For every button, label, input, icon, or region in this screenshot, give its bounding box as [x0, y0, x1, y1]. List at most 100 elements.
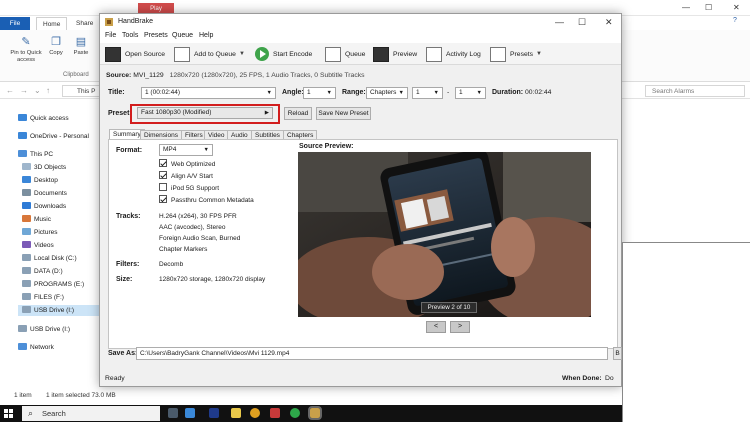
- music-icon: [22, 215, 31, 222]
- menu-tools[interactable]: Tools: [122, 32, 138, 39]
- nav-quick-access[interactable]: Quick access: [18, 113, 69, 124]
- paste-label: Paste: [73, 50, 89, 56]
- minimize-icon[interactable]: —: [555, 17, 564, 27]
- nav-label: This PC: [30, 151, 54, 158]
- nav-local-disk-c[interactable]: Local Disk (C:): [22, 253, 77, 264]
- windows-start-icon[interactable]: [4, 409, 13, 418]
- nav-label: DATA (D:): [34, 268, 63, 275]
- open-source-button[interactable]: Open Source: [105, 46, 165, 62]
- nav-videos[interactable]: Videos: [22, 240, 54, 251]
- photoshop-icon[interactable]: [209, 408, 219, 418]
- window-title: HandBrake: [118, 18, 154, 25]
- activity-log-button[interactable]: Activity Log: [426, 46, 481, 62]
- add-to-queue-button[interactable]: Add to Queue ▼: [174, 46, 245, 62]
- range-separator: -: [447, 89, 450, 96]
- track-subtitle: Foreign Audio Scan, Burned: [159, 235, 241, 242]
- drive-icon: [22, 293, 31, 300]
- recent-icon[interactable]: ⌄: [34, 86, 41, 95]
- help-icon[interactable]: ?: [733, 17, 737, 24]
- task-view-icon[interactable]: [168, 408, 178, 418]
- monitor-icon: [373, 46, 389, 62]
- app-icon[interactable]: [185, 408, 195, 418]
- taskbar-search-box[interactable]: ⌕ Search: [22, 406, 160, 421]
- nav-documents[interactable]: Documents: [22, 188, 67, 199]
- range-select[interactable]: Chapters ▼: [366, 87, 408, 99]
- format-select[interactable]: MP4 ▼: [159, 144, 213, 156]
- nav-network[interactable]: Network: [18, 342, 54, 353]
- close-icon[interactable]: ✕: [605, 17, 613, 28]
- up-icon[interactable]: ↑: [46, 86, 50, 95]
- passthru-metadata-checkbox[interactable]: Passthru Common Metadata: [159, 195, 254, 204]
- presets-icon: [490, 46, 506, 62]
- chrome-icon[interactable]: [250, 408, 260, 418]
- copy-button[interactable]: ❐ Copy: [46, 36, 66, 57]
- minimize-icon[interactable]: —: [682, 3, 690, 12]
- drive-icon: [22, 267, 31, 274]
- search-input[interactable]: Search Alarms: [645, 85, 745, 97]
- menu-help[interactable]: Help: [199, 32, 213, 39]
- preview-next-button[interactable]: >: [450, 321, 470, 333]
- save-as-input[interactable]: C:\Users\BadryGank Channel\Videos\Mvi 11…: [136, 347, 608, 360]
- maximize-icon[interactable]: ☐: [578, 17, 586, 28]
- tab-file[interactable]: File: [0, 17, 30, 30]
- forward-icon[interactable]: →: [20, 86, 28, 95]
- nav-this-pc[interactable]: This PC: [18, 149, 53, 160]
- menu-presets[interactable]: Presets: [144, 32, 168, 39]
- preview-button[interactable]: Preview: [373, 46, 417, 62]
- handbrake-taskbar-icon[interactable]: [308, 406, 322, 420]
- back-icon[interactable]: ←: [6, 86, 14, 95]
- duration-value: 00:02:44: [525, 89, 552, 96]
- menu-file[interactable]: File: [105, 32, 116, 39]
- tab-home[interactable]: Home: [36, 17, 68, 30]
- file-explorer-icon[interactable]: [231, 408, 241, 418]
- ipod-5g-support-checkbox[interactable]: iPod 5G Support: [159, 183, 219, 192]
- nav-downloads[interactable]: Downloads: [22, 201, 66, 212]
- open-source-label: Open Source: [125, 50, 166, 58]
- nav-files-f[interactable]: FILES (F:): [22, 292, 64, 303]
- nav-desktop[interactable]: Desktop: [22, 175, 58, 186]
- save-new-preset-button[interactable]: Save New Preset: [316, 107, 371, 120]
- when-done-value[interactable]: Do: [605, 375, 614, 382]
- drive-icon: [22, 254, 31, 261]
- pin-quick-access-button[interactable]: ✎ Pin to Quick access: [6, 36, 46, 64]
- preview-prev-button[interactable]: <: [426, 321, 446, 333]
- nav-music[interactable]: Music: [22, 214, 51, 225]
- reload-button[interactable]: Reload: [284, 107, 312, 120]
- presets-button[interactable]: Presets ▼: [490, 46, 542, 62]
- close-icon[interactable]: ✕: [733, 3, 740, 12]
- checkbox-checked: [159, 159, 167, 167]
- nav-pictures[interactable]: Pictures: [22, 227, 57, 238]
- start-encode-button[interactable]: Start Encode: [255, 46, 312, 62]
- nav-data-d[interactable]: DATA (D:): [22, 266, 63, 277]
- align-av-start-checkbox[interactable]: Align A/V Start: [159, 171, 213, 180]
- play-icon: [255, 47, 269, 61]
- copy-icon: ❐: [51, 36, 61, 48]
- checkbox-checked: [159, 171, 167, 179]
- status-ready: Ready: [105, 375, 125, 382]
- nav-programs-e[interactable]: PROGRAMS (E:): [22, 279, 84, 290]
- maximize-icon[interactable]: ☐: [705, 3, 712, 12]
- app-icon[interactable]: [290, 408, 300, 418]
- activity-log-label: Activity Log: [446, 50, 481, 58]
- range-end-select[interactable]: 1 ▼: [455, 87, 486, 99]
- download-icon: [22, 202, 31, 209]
- address-input[interactable]: This P: [62, 85, 102, 97]
- web-optimized-checkbox[interactable]: Web Optimized: [159, 159, 215, 168]
- nav-usb-drive-i-root[interactable]: USB Drive (I:): [18, 324, 70, 335]
- queue-button[interactable]: Queue: [325, 46, 365, 62]
- range-start-select[interactable]: 1 ▼: [412, 87, 443, 99]
- browse-button[interactable]: B: [613, 347, 622, 360]
- angle-select[interactable]: 1 ▼: [303, 87, 336, 99]
- source-info: 1280x720 (1280x720), 25 FPS, 1 Audio Tra…: [169, 72, 365, 79]
- ipod-5g-support-label: iPod 5G Support: [171, 185, 220, 192]
- handbrake-logo-icon: [105, 18, 113, 26]
- paste-button[interactable]: ▤ Paste: [70, 36, 92, 57]
- tab-share[interactable]: Share: [70, 17, 99, 30]
- menu-queue[interactable]: Queue: [172, 32, 193, 39]
- nav-3d-objects[interactable]: 3D Objects: [22, 162, 66, 173]
- app-icon[interactable]: [270, 408, 280, 418]
- usb-drive-icon: [18, 325, 27, 332]
- nav-onedrive[interactable]: OneDrive - Personal: [18, 131, 89, 142]
- nav-label: Network: [30, 344, 54, 351]
- title-select[interactable]: 1 (00:02:44) ▼: [141, 87, 276, 99]
